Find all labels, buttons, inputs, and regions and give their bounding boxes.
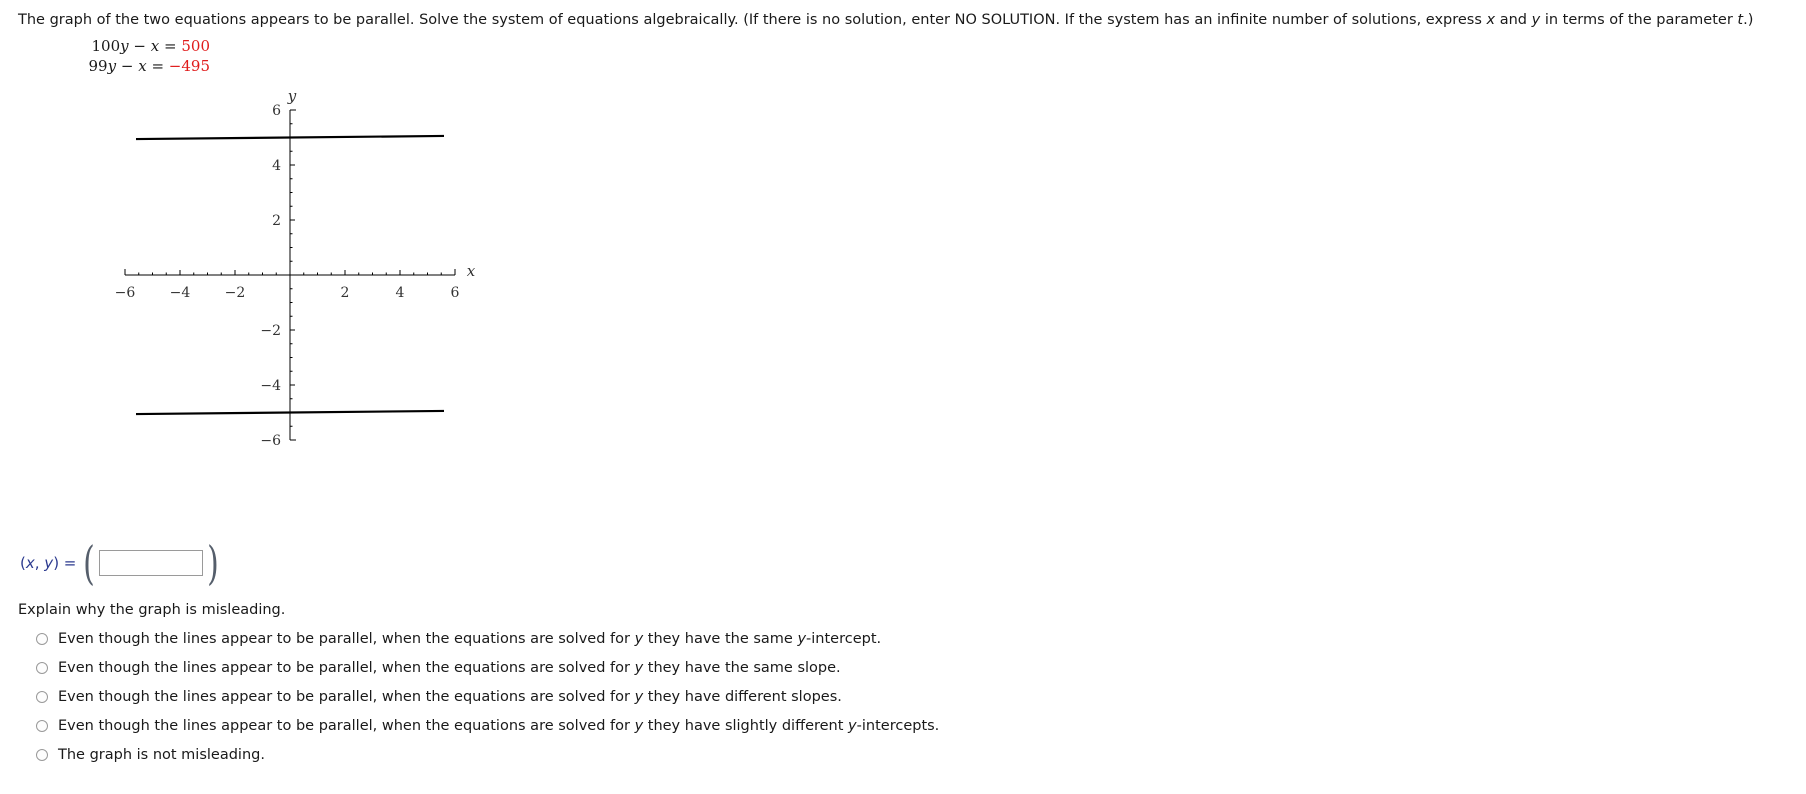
prompt-text-3: in terms of the parameter: [1540, 12, 1738, 28]
prompt-text-4: .): [1743, 12, 1754, 28]
option-text-mid: they have the same: [643, 631, 798, 647]
svg-text:6: 6: [272, 103, 281, 119]
equation-var-y: y: [107, 57, 117, 75]
answer-row: (x, y) = ( ): [20, 540, 222, 586]
radio-button-icon[interactable]: [36, 662, 48, 674]
prompt-text-1: The graph of the two equations appears t…: [18, 12, 1487, 28]
svg-text:x: x: [467, 262, 476, 280]
equation-equals: =: [164, 37, 177, 55]
svg-text:2: 2: [272, 213, 281, 229]
option-label: Even though the lines appear to be paral…: [58, 687, 842, 707]
system-of-equations: 100y − x = 500 99y − x = −495: [70, 36, 210, 76]
svg-text:−4: −4: [170, 285, 191, 301]
option-text-mid: they have different slopes.: [643, 689, 842, 705]
equation-var-x: x: [138, 57, 147, 75]
option-label: Even though the lines appear to be paral…: [58, 716, 939, 736]
option-row[interactable]: Even though the lines appear to be paral…: [36, 658, 939, 678]
option-label: The graph is not misleading.: [58, 745, 265, 765]
option-text-pre: Even though the lines appear to be paral…: [58, 660, 635, 676]
explain-section: Explain why the graph is misleading. Eve…: [18, 600, 939, 774]
svg-text:4: 4: [396, 285, 405, 301]
prompt-var-x: x: [1486, 12, 1496, 28]
equation-operator: −: [133, 37, 146, 55]
svg-text:−2: −2: [260, 323, 281, 339]
equation-equals: =: [151, 57, 165, 75]
option-var2: y: [797, 631, 807, 647]
prompt-var-y: y: [1531, 12, 1541, 28]
option-text-pre: The graph is not misleading.: [58, 747, 265, 763]
coordinate-graph: −6 −4 −2 2 4 6 6 4 2 −2 −4 −6 x y: [100, 85, 520, 465]
big-paren-left: (: [83, 535, 96, 590]
option-var: y: [634, 631, 644, 647]
option-row[interactable]: Even though the lines appear to be paral…: [36, 716, 939, 736]
option-text-mid: they have slightly different: [643, 718, 849, 734]
answer-paren-close-equals: ) =: [53, 554, 77, 572]
radio-button-icon[interactable]: [36, 749, 48, 761]
answer-var-x: x: [25, 554, 35, 572]
radio-button-icon[interactable]: [36, 720, 48, 732]
equation-row: 99y − x = −495: [70, 56, 210, 76]
option-text-pre: Even though the lines appear to be paral…: [58, 631, 635, 647]
graph-svg: −6 −4 −2 2 4 6 6 4 2 −2 −4 −6 x y: [115, 87, 476, 449]
equation-coefficient: 99: [88, 57, 108, 75]
option-row[interactable]: Even though the lines appear to be paral…: [36, 629, 939, 649]
answer-var-y: y: [44, 554, 54, 572]
equation-var-x: x: [150, 37, 160, 55]
answer-input[interactable]: [99, 550, 204, 576]
svg-text:−2: −2: [225, 285, 246, 301]
svg-text:−4: −4: [260, 378, 281, 394]
svg-text:4: 4: [272, 158, 281, 174]
svg-text:−6: −6: [115, 285, 136, 301]
equation-var-y: y: [120, 37, 129, 55]
svg-text:6: 6: [451, 285, 460, 301]
equation-coefficient: 100: [91, 37, 121, 55]
svg-text:2: 2: [341, 285, 350, 301]
svg-text:y: y: [287, 87, 297, 105]
option-text-post: -intercepts.: [856, 718, 940, 734]
svg-text:−6: −6: [260, 433, 281, 449]
big-paren-right: ): [207, 535, 220, 590]
option-var: y: [634, 689, 644, 705]
option-var: y: [634, 718, 644, 734]
radio-button-icon[interactable]: [36, 691, 48, 703]
option-text-pre: Even though the lines appear to be paral…: [58, 689, 635, 705]
option-text-post: -intercept.: [806, 631, 882, 647]
equation-value: 500: [181, 37, 210, 55]
equation-operator: −: [120, 57, 134, 75]
question-prompt: The graph of the two equations appears t…: [18, 10, 1753, 30]
option-label: Even though the lines appear to be paral…: [58, 629, 881, 649]
option-text-mid: they have the same slope.: [643, 660, 841, 676]
prompt-text-2: and: [1495, 12, 1532, 28]
option-var: y: [634, 660, 644, 676]
option-text-pre: Even though the lines appear to be paral…: [58, 718, 635, 734]
option-label: Even though the lines appear to be paral…: [58, 658, 841, 678]
option-var2: y: [848, 718, 857, 734]
radio-button-icon[interactable]: [36, 633, 48, 645]
equation-row: 100y − x = 500: [70, 36, 210, 56]
answer-comma: ,: [34, 554, 45, 572]
option-row[interactable]: Even though the lines appear to be paral…: [36, 687, 939, 707]
equation-value: −495: [168, 57, 210, 75]
option-row[interactable]: The graph is not misleading.: [36, 745, 939, 765]
answer-label: (x, y) =: [20, 554, 76, 572]
explain-title: Explain why the graph is misleading.: [18, 602, 286, 618]
